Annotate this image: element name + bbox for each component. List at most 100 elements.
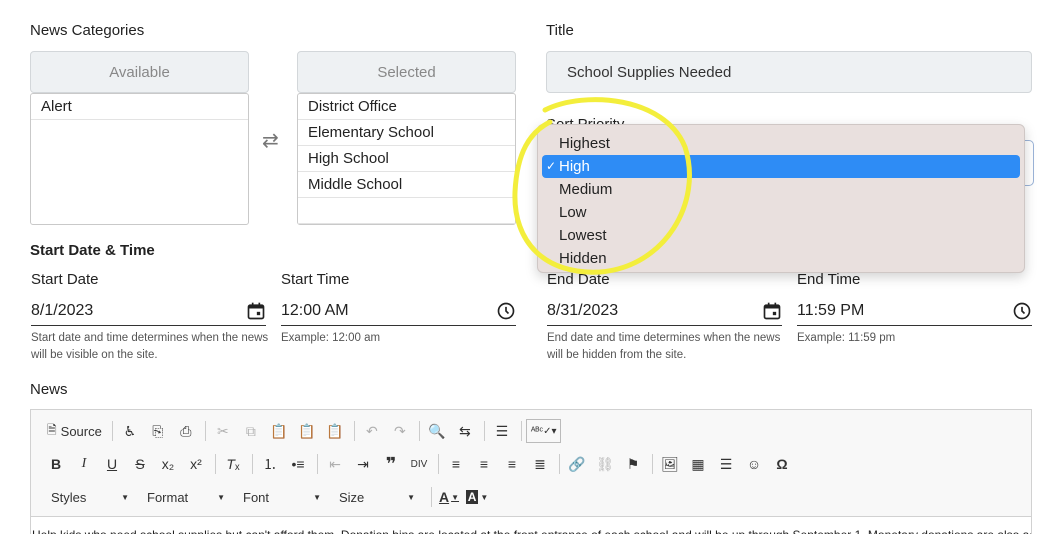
bulleted-list-icon[interactable]: •≡ (285, 452, 311, 476)
image-icon[interactable]: 🖼 (657, 452, 683, 476)
subscript-icon[interactable]: x₂ (155, 452, 181, 476)
list-item[interactable]: District Office (298, 94, 515, 120)
paste-icon[interactable]: 📋 (266, 419, 292, 443)
cut-icon[interactable]: ✂ (210, 419, 236, 443)
start-date-value: 8/1/2023 (31, 301, 94, 319)
toolbar-row-2: B I U S x₂ x² Tₓ ⒈ •≡ ⇤ ⇥ ❞ DIV ≡ ≡ ≡ ≣ … (43, 451, 797, 477)
font-label: Font (243, 489, 270, 505)
source-label: Source (60, 423, 102, 439)
indent-icon[interactable]: ⇥ (350, 452, 376, 476)
anchor-flag-icon[interactable]: ⚑ (620, 452, 646, 476)
toolbar-separator (215, 454, 216, 474)
title-input[interactable]: School Supplies Needed (546, 51, 1032, 93)
list-item[interactable]: Middle School (298, 172, 515, 198)
superscript-icon[interactable]: x² (183, 452, 209, 476)
numbered-list-icon[interactable]: ⒈ (257, 452, 283, 476)
calendar-icon[interactable] (762, 301, 782, 321)
end-date-value: 8/31/2023 (547, 301, 619, 319)
text-color-icon[interactable]: A ▼ (436, 485, 462, 509)
div-container-icon[interactable]: DIV (406, 452, 432, 476)
start-date-label: Start Date (31, 271, 99, 288)
smiley-icon[interactable]: ☺ (741, 452, 767, 476)
toolbar-separator (559, 454, 560, 474)
source-icon: 🗎 (47, 422, 57, 437)
strikethrough-icon[interactable]: S (127, 452, 153, 476)
end-time-label: End Time (797, 271, 861, 288)
toolbar-separator (483, 421, 485, 441)
align-left-icon[interactable]: ≡ (443, 452, 469, 476)
preview-icon[interactable]: ⎘ (145, 419, 171, 443)
list-item[interactable]: High School (298, 146, 515, 172)
copy-icon[interactable]: ⧉ (238, 419, 264, 443)
bold-icon[interactable]: B (43, 452, 69, 476)
toolbar-row-3: Styles ▼ Format ▼ Font ▼ Size ▼ A ▼ A ▼ (45, 484, 492, 510)
source-button[interactable]: 🗎 Source (43, 419, 106, 443)
find-icon[interactable]: 🔍 (424, 419, 450, 443)
underline-icon[interactable]: U (99, 452, 125, 476)
editor-content-area[interactable]: Help kids who need school supplies but c… (31, 516, 1031, 534)
start-time-help: Example: 12:00 am (281, 332, 381, 344)
selected-list[interactable]: District Office Elementary School High Sch… (297, 93, 516, 225)
start-date-help: Start date and time determines when the … (31, 332, 269, 361)
unlink-icon[interactable]: ⛓ (592, 452, 618, 476)
select-all-icon[interactable]: ☰ (489, 419, 515, 443)
end-time-input[interactable]: 11:59 PM (797, 296, 1032, 326)
format-combo[interactable]: Format ▼ (141, 485, 231, 509)
selected-header: Selected (297, 51, 516, 93)
caret-down-icon: ▼ (121, 492, 129, 502)
toolbar-separator (431, 487, 432, 507)
table-icon[interactable]: ▦ (685, 452, 711, 476)
highlight-circle-annotation (512, 97, 692, 275)
end-date-input[interactable]: 8/31/2023 (547, 296, 782, 326)
transfer-arrows-icon[interactable]: ⇄ (262, 128, 279, 153)
news-editor: 🗎 Source ♿ ⎘ ⎙ ✂ ⧉ 📋 📋 📋 ↶ ↷ 🔍 ⇆ ☰ ᴬᴮᶜ✓▾ … (30, 409, 1032, 534)
format-label: Format (147, 489, 189, 505)
caret-down-icon: ▼ (407, 492, 415, 502)
print-icon[interactable]: ⎙ (173, 419, 199, 443)
list-item[interactable]: Alert (31, 94, 248, 120)
link-icon[interactable]: 🔗 (564, 452, 590, 476)
size-combo[interactable]: Size ▼ (333, 485, 421, 509)
undo-icon[interactable]: ↶ (359, 419, 385, 443)
styles-label: Styles (51, 489, 87, 505)
start-heading: Start Date & Time (30, 242, 155, 259)
size-label: Size (339, 489, 365, 505)
news-label: News (30, 381, 68, 398)
available-header: Available (30, 51, 249, 93)
start-date-input[interactable]: 8/1/2023 (31, 296, 266, 326)
available-list[interactable]: Alert (30, 93, 249, 225)
end-date-help: End date and time determines when the ne… (547, 332, 781, 361)
toolbar-separator (252, 454, 253, 474)
paste-text-icon[interactable]: 📋 (294, 419, 320, 443)
blockquote-icon[interactable]: ❞ (378, 452, 404, 476)
toolbar-row-1: 🗎 Source ♿ ⎘ ⎙ ✂ ⧉ 📋 📋 📋 ↶ ↷ 🔍 ⇆ ☰ ᴬᴮᶜ✓▾ (43, 418, 563, 444)
align-right-icon[interactable]: ≡ (499, 452, 525, 476)
horizontal-rule-icon[interactable]: ☰ (713, 452, 739, 476)
end-time-help: Example: 11:59 pm (797, 332, 896, 344)
remove-format-icon[interactable]: Tₓ (220, 452, 246, 476)
toolbar-separator (317, 454, 318, 474)
special-char-icon[interactable]: Ω (769, 452, 795, 476)
styles-combo[interactable]: Styles ▼ (45, 485, 135, 509)
spellcheck-icon[interactable]: ᴬᴮᶜ✓▾ (525, 419, 562, 443)
toolbar-separator (111, 421, 113, 441)
background-color-icon[interactable]: A ▼ (464, 485, 490, 509)
start-time-input[interactable]: 12:00 AM (281, 296, 516, 326)
italic-icon[interactable]: I (71, 452, 97, 476)
align-center-icon[interactable]: ≡ (471, 452, 497, 476)
paste-word-icon[interactable]: 📋 (322, 419, 348, 443)
accessibility-icon[interactable]: ♿ (117, 419, 143, 443)
clock-icon[interactable] (496, 301, 516, 321)
list-item-empty[interactable] (298, 198, 515, 224)
start-time-value: 12:00 AM (281, 301, 349, 319)
toolbar-separator (418, 421, 420, 441)
redo-icon[interactable]: ↷ (387, 419, 413, 443)
calendar-icon[interactable] (246, 301, 266, 321)
caret-down-icon: ▼ (217, 492, 225, 502)
clock-icon[interactable] (1012, 301, 1032, 321)
replace-icon[interactable]: ⇆ (452, 419, 478, 443)
list-item[interactable]: Elementary School (298, 120, 515, 146)
outdent-icon[interactable]: ⇤ (322, 452, 348, 476)
justify-icon[interactable]: ≣ (527, 452, 553, 476)
font-combo[interactable]: Font ▼ (237, 485, 327, 509)
